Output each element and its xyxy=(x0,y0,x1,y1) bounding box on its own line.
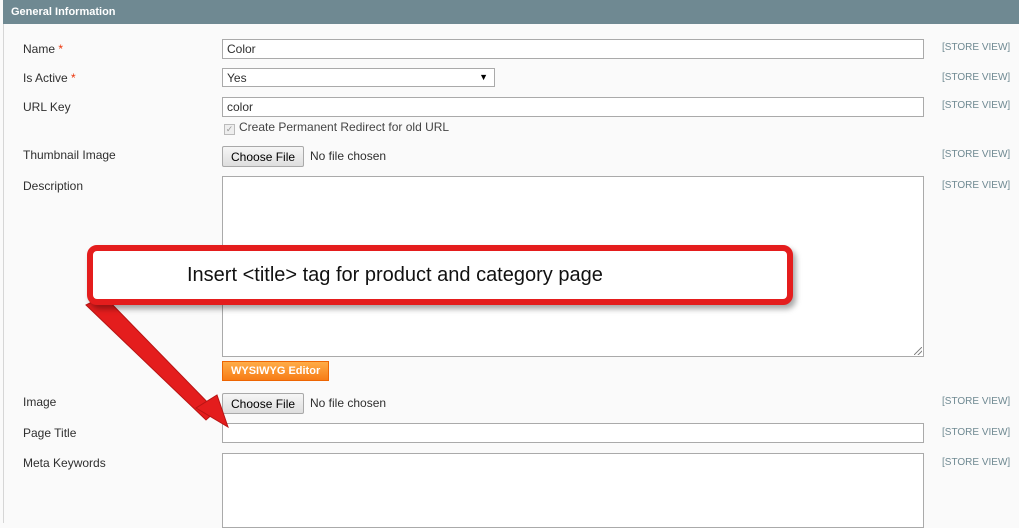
annotation-callout: Insert <title> tag for product and categ… xyxy=(87,245,793,305)
annotation-text: Insert <title> tag for product and categ… xyxy=(187,264,603,286)
